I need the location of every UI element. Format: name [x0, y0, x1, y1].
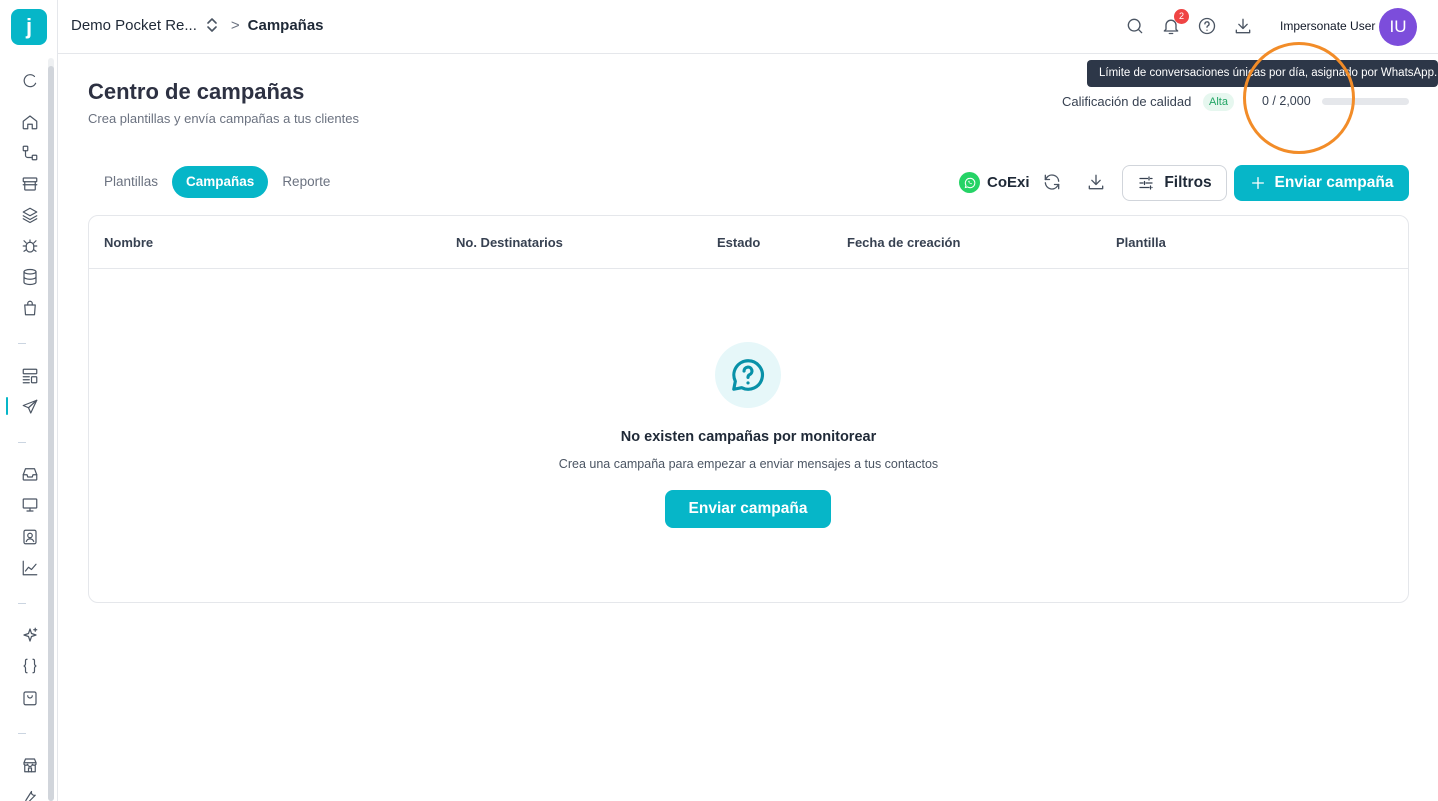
org-switcher[interactable]: Demo Pocket Re... — [71, 17, 197, 34]
page-title: Centro de campañas — [88, 79, 305, 104]
channel-name: CoExi — [987, 174, 1030, 191]
app-logo[interactable]: j — [11, 9, 47, 45]
refresh-icon[interactable] — [1042, 172, 1064, 194]
channel-selector[interactable]: CoExi — [959, 172, 1030, 193]
send-campaign-button[interactable]: Enviar campaña — [1234, 165, 1409, 201]
refresh-icon[interactable] — [19, 70, 41, 92]
send-icon[interactable] — [19, 396, 41, 418]
whatsapp-icon — [959, 172, 980, 193]
logo-letter: j — [25, 14, 33, 39]
sidebar-scrollbar-thumb[interactable] — [48, 66, 54, 801]
highlight-circle — [1243, 42, 1355, 154]
tab-campanas[interactable]: Campañas — [172, 166, 269, 198]
column-header-nombre[interactable]: Nombre — [104, 235, 153, 250]
column-header-plantilla[interactable]: Plantilla — [1116, 235, 1166, 250]
chart-icon[interactable] — [19, 557, 41, 579]
tab-bar: Plantillas Campañas Reporte — [90, 166, 344, 198]
campaigns-table: Nombre No. Destinatarios Estado Fecha de… — [88, 215, 1409, 603]
user-name[interactable]: Impersonate User — [1280, 19, 1375, 33]
breadcrumb-current: Campañas — [247, 16, 324, 34]
sidebar-divider — [18, 733, 26, 734]
shopping-basket-icon[interactable] — [19, 687, 41, 709]
empty-state-title: No existen campañas por monitorear — [620, 429, 877, 445]
table-header: Nombre No. Destinatarios Estado Fecha de… — [89, 216, 1408, 269]
layers-icon[interactable] — [19, 204, 41, 226]
plus-icon — [1251, 177, 1264, 189]
quality-label: Calificación de calidad — [1062, 94, 1192, 109]
chevron-updown-icon[interactable] — [205, 16, 219, 34]
top-header: Demo Pocket Re... > Campañas 2 Impersona… — [58, 0, 1438, 54]
sparkles-icon[interactable] — [19, 624, 41, 646]
sliders-icon — [1139, 176, 1153, 190]
help-icon[interactable] — [1197, 16, 1219, 38]
flow-icon[interactable] — [19, 142, 41, 164]
active-indicator — [6, 397, 8, 415]
code-braces-icon[interactable] — [19, 655, 41, 677]
sidebar: j — [0, 0, 58, 801]
notification-badge: 2 — [1174, 9, 1189, 24]
send-campaign-label: Enviar campaña — [1274, 174, 1394, 191]
quality-badge: Alta — [1203, 93, 1234, 111]
tool-icon[interactable] — [19, 785, 41, 801]
contact-icon[interactable] — [19, 526, 41, 548]
column-header-fecha[interactable]: Fecha de creación — [847, 235, 960, 250]
download-icon[interactable] — [1233, 16, 1255, 38]
filters-label: Filtros — [1164, 174, 1212, 191]
app-root: j Demo Pocket Re... > Campañas 2 Imperso… — [0, 0, 1438, 801]
layout-icon[interactable] — [19, 365, 41, 387]
inbox-icon[interactable] — [19, 463, 41, 485]
filters-button[interactable]: Filtros — [1122, 165, 1227, 201]
monitor-icon[interactable] — [19, 494, 41, 516]
page-subtitle: Crea plantillas y envía campañas a tus c… — [88, 111, 359, 126]
shopping-bag-icon[interactable] — [19, 297, 41, 319]
breadcrumb-separator: > — [230, 16, 240, 34]
bug-icon[interactable] — [19, 235, 41, 257]
home-icon[interactable] — [19, 111, 41, 133]
tab-reporte[interactable]: Reporte — [268, 166, 344, 198]
empty-send-campaign-button[interactable]: Enviar campaña — [665, 490, 831, 528]
database-icon[interactable] — [19, 266, 41, 288]
column-header-destinatarios[interactable]: No. Destinatarios — [456, 235, 563, 250]
store-icon[interactable] — [19, 754, 41, 776]
sidebar-divider — [18, 343, 26, 344]
sidebar-divider — [18, 603, 26, 604]
archive-icon[interactable] — [19, 173, 41, 195]
search-icon[interactable] — [1125, 16, 1147, 38]
avatar[interactable]: IU — [1379, 8, 1417, 46]
download-icon[interactable] — [1086, 172, 1108, 194]
empty-state-subtitle: Crea una campaña para empezar a enviar m… — [558, 457, 939, 471]
column-header-estado[interactable]: Estado — [717, 235, 760, 250]
sidebar-divider — [18, 442, 26, 443]
breadcrumb: Demo Pocket Re... > Campañas — [71, 16, 324, 34]
question-chat-icon — [715, 342, 781, 408]
tab-plantillas[interactable]: Plantillas — [90, 166, 172, 198]
